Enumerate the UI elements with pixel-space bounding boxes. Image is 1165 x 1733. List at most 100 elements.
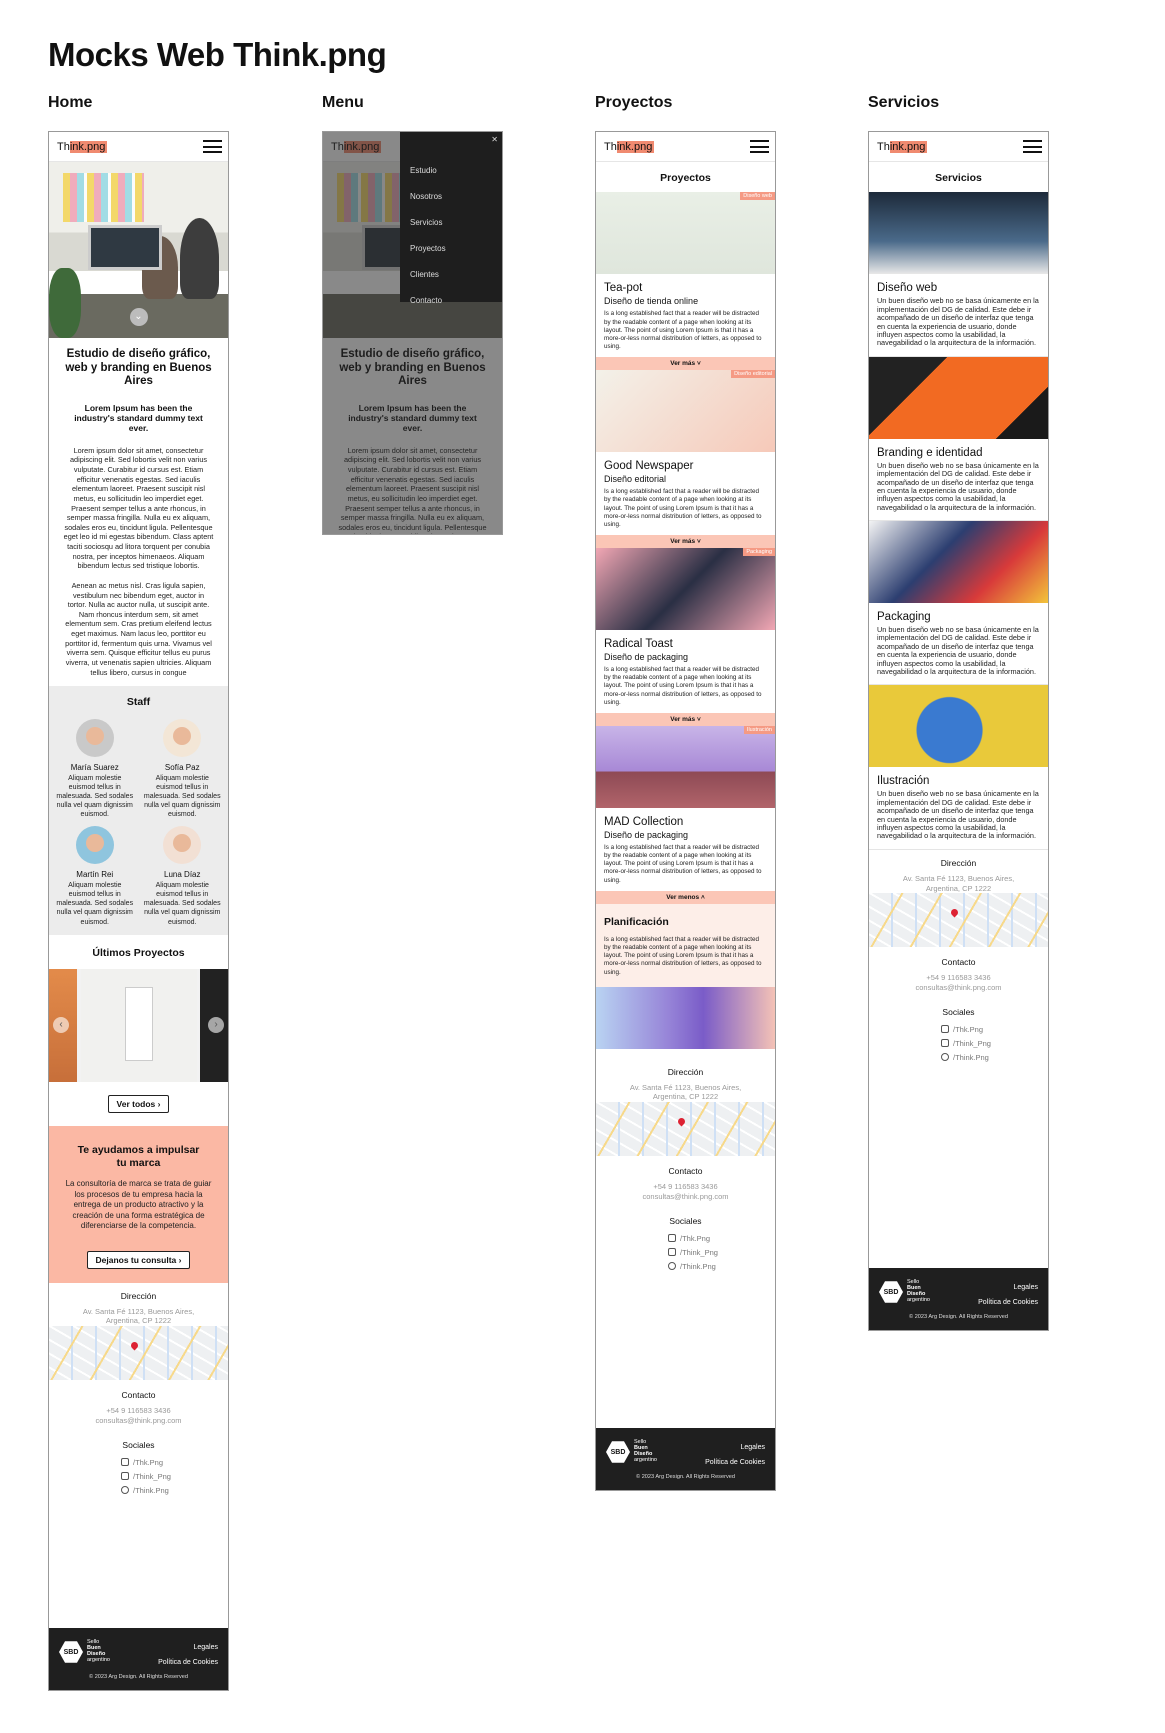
menu-item[interactable]: Clientes (410, 262, 502, 288)
map[interactable] (596, 1102, 775, 1157)
hamburger-menu-icon[interactable] (750, 140, 769, 153)
hamburger-menu-icon[interactable] (1023, 140, 1042, 153)
logo[interactable]: Think.png (602, 140, 656, 154)
email-text[interactable]: consultas@think.png.com (596, 1192, 775, 1202)
hero-image: ⌄ (49, 162, 228, 338)
servicios-contact: Dirección Av. Santa Fé 1123, Buenos Aire… (869, 850, 1048, 1066)
project-tag: Diseño editorial (731, 370, 775, 379)
project-image[interactable]: Packaging (596, 548, 775, 631)
menu-item[interactable]: Estudio (410, 158, 502, 184)
direccion-text: Av. Santa Fé 1123, Buenos Aires, Argenti… (82, 1306, 195, 1326)
ver-mas-button[interactable]: Ver más ˅ (596, 535, 775, 549)
menu-item[interactable]: Nosotros (410, 184, 502, 210)
map[interactable] (869, 893, 1048, 948)
legales-link[interactable]: Legales (158, 1640, 218, 1655)
close-icon[interactable]: ✕ (491, 135, 498, 144)
logo[interactable]: Think.png (875, 140, 929, 154)
staff-member: María Suarez Aliquam molestie euismod tel… (55, 718, 135, 820)
copyright: © 2023 Arg Design. All Rights Reserved (636, 1474, 735, 1480)
copyright: © 2023 Arg Design. All Rights Reserved (909, 1314, 1008, 1320)
intro-paragraph-1: Lorem ipsum dolor sit amet, consectetur … (63, 445, 214, 571)
ver-menos-button[interactable]: Ver menos ˄ (596, 890, 775, 904)
staff-section: Staff María Suarez Aliquam molestie euism… (49, 686, 228, 935)
projects-section: Últimos Proyectos ‹ › Ver todos › (49, 935, 228, 1114)
email-text[interactable]: consultas@think.png.com (49, 1416, 228, 1426)
linkedin-icon (668, 1233, 676, 1242)
facebook-link[interactable]: /Think.Png (941, 1051, 1048, 1065)
project-card: Ilustración MAD Collection Diseño de packa… (596, 725, 775, 904)
direccion-label: Dirección (940, 857, 977, 868)
service-image (869, 685, 1048, 768)
linkedin-icon (121, 1457, 129, 1466)
facebook-link[interactable]: /Think.Png (121, 1484, 228, 1498)
phone-text: +54 9 116583 3436 (926, 973, 991, 983)
project-image[interactable]: Diseño web (596, 192, 775, 275)
map-pin-icon (676, 1116, 687, 1127)
staff-name: María Suarez (70, 762, 119, 772)
cookies-link[interactable]: Política de Cookies (978, 1295, 1038, 1310)
frame-label-home: Home (48, 94, 93, 111)
carousel-current-image (81, 969, 197, 1083)
menu-item[interactable]: Proyectos (410, 236, 502, 262)
instagram-link[interactable]: /Think_Png (941, 1037, 1048, 1051)
avatar (75, 718, 114, 757)
planning-body: Is a long established fact that a reader… (604, 935, 762, 976)
service-title: Packaging (877, 611, 931, 624)
staff-bio: Aliquam molestie euismod tellus in males… (143, 774, 221, 819)
menu-panel: ✕ Estudio Nosotros Servicios Proyectos Clien… (400, 132, 502, 305)
ver-mas-button[interactable]: Ver más ˅ (596, 357, 775, 371)
legales-link[interactable]: Legales (705, 1440, 765, 1455)
project-subtitle: Diseño editorial (604, 474, 667, 485)
contacto-label: Contacto (668, 1166, 703, 1177)
project-title: MAD Collection (604, 815, 684, 828)
footer: SBD Sello Buen Diseño argentino Legales Polí… (596, 1428, 775, 1490)
service-title: Ilustración (877, 775, 930, 788)
ver-mas-button[interactable]: Ver más ˅ (596, 712, 775, 726)
hero-subhead: Lorem Ipsum has been the industry's stan… (74, 402, 203, 434)
linkedin-link[interactable]: /Thk.Png (941, 1023, 1048, 1037)
project-tag: Packaging (743, 548, 775, 557)
facebook-link[interactable]: /Think.Png (668, 1260, 775, 1274)
project-subtitle: Diseño de tienda online (604, 296, 699, 307)
instagram-link[interactable]: /Think_Png (668, 1246, 775, 1260)
scroll-down-icon[interactable]: ⌄ (129, 308, 148, 326)
service-title: Diseño web (877, 282, 938, 295)
staff-name: Luna Díaz (164, 869, 201, 879)
hamburger-menu-icon[interactable] (203, 140, 222, 153)
staff-bio: Aliquam molestie euismod tellus in males… (56, 881, 134, 926)
cookies-link[interactable]: Política de Cookies (705, 1455, 765, 1470)
menu-mock: Think.png Estudio de diseño gráfico, web… (322, 131, 503, 535)
instagram-link[interactable]: /Think_Png (121, 1470, 228, 1484)
contacto-label: Contacto (121, 1390, 156, 1401)
menu-item[interactable]: Contacto (410, 288, 502, 314)
project-tag: Ilustración (743, 725, 775, 734)
service-card: Diseño web Un buen diseño web no se basa … (869, 192, 1048, 357)
project-card: Diseño web Tea-pot Diseño de tienda online… (596, 192, 775, 371)
project-subtitle: Diseño de packaging (604, 652, 689, 663)
proyectos-mock: Think.png Proyectos Diseño web Tea-pot Dis… (595, 131, 776, 1491)
project-image[interactable]: Ilustración (596, 725, 775, 808)
planning-title: Planificación (604, 915, 669, 928)
legales-link[interactable]: Legales (978, 1280, 1038, 1295)
project-image[interactable]: Diseño editorial (596, 370, 775, 453)
staff-title: Staff (126, 696, 151, 709)
avatar (75, 825, 114, 864)
sociales-label: Sociales (942, 1006, 975, 1017)
linkedin-link[interactable]: /Thk.Png (668, 1232, 775, 1246)
map-pin-icon (129, 1340, 140, 1351)
footer: SBD Sello Buen Diseño argentino Legales Polí… (49, 1628, 228, 1690)
ver-todos-button[interactable]: Ver todos › (107, 1095, 170, 1114)
chevron-up-icon: ˄ (699, 893, 705, 901)
menu-item[interactable]: Servicios (410, 210, 502, 236)
linkedin-icon (941, 1024, 949, 1033)
linkedin-link[interactable]: /Thk.Png (121, 1456, 228, 1470)
email-text[interactable]: consultas@think.png.com (869, 983, 1048, 993)
map-pin-icon (949, 907, 960, 918)
phone-text: +54 9 116583 3436 (106, 1406, 171, 1416)
cookies-link[interactable]: Política de Cookies (158, 1655, 218, 1670)
consulta-button[interactable]: Dejanos tu consulta › (86, 1250, 191, 1269)
map[interactable] (49, 1326, 228, 1381)
logo[interactable]: Think.png (55, 140, 109, 154)
service-image (869, 356, 1048, 439)
chevron-down-icon: ˅ (695, 715, 701, 723)
